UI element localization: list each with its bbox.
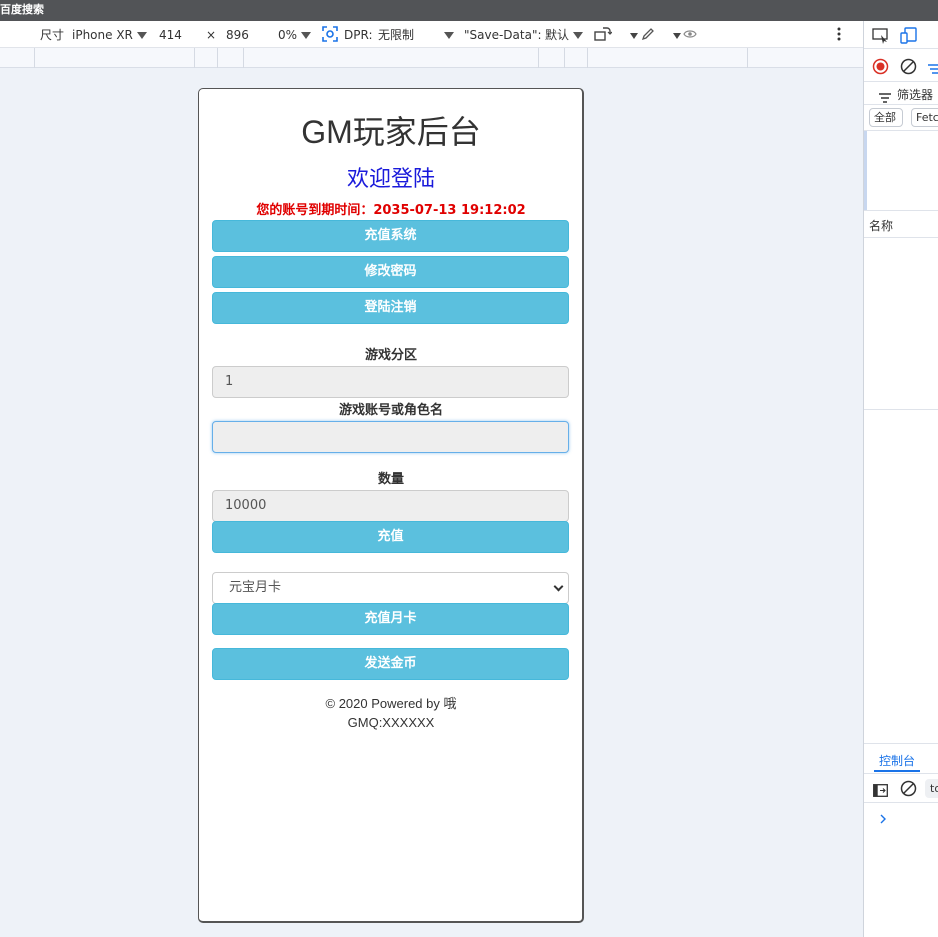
- quantity-input[interactable]: 10000: [212, 490, 569, 522]
- recharge-button[interactable]: 充值: [212, 521, 569, 553]
- footer-contact: GMQ:XXXXXX: [347, 715, 435, 730]
- zone-label: 游戏分区: [364, 348, 417, 363]
- device-name: iPhone XR: [72, 28, 133, 42]
- quantity-label: 数量: [377, 472, 404, 487]
- zoom-value: 0%: [278, 28, 298, 42]
- change-password-button[interactable]: 修改密码: [212, 256, 569, 288]
- send-gold-button[interactable]: 发送金币: [212, 648, 569, 680]
- divider: [864, 210, 938, 211]
- chevron-right-icon[interactable]: [879, 809, 887, 828]
- divider: [864, 104, 938, 105]
- clear-icon[interactable]: [900, 58, 917, 79]
- window-title: 百度搜索: [0, 3, 44, 16]
- recharge-system-button[interactable]: 充值系统: [212, 220, 569, 252]
- clear-console-icon[interactable]: [900, 780, 917, 801]
- chevron-down-icon: [630, 32, 638, 39]
- ruler-segment: [747, 48, 748, 68]
- width-input[interactable]: 414: [159, 28, 182, 42]
- divider: [864, 48, 938, 49]
- dpr-select[interactable]: 无限制: [378, 28, 414, 42]
- chevron-down-icon: [301, 32, 312, 39]
- phone-frame: GM玩家后台 欢迎登陆 您的账号到期时间：2035-07-13 19:12:02…: [198, 88, 584, 923]
- recharge-monthly-button[interactable]: 充值月卡: [212, 603, 569, 635]
- divider: [864, 773, 938, 774]
- divider: [864, 130, 938, 131]
- ruler-segment: [217, 48, 218, 68]
- filter-label[interactable]: 筛选器: [897, 86, 933, 103]
- more-dropdown[interactable]: [669, 28, 681, 42]
- account-input[interactable]: [212, 421, 569, 453]
- active-tab-indicator: [874, 770, 920, 772]
- dpr-label: DPR:: [344, 28, 373, 42]
- account-expiry-text: 您的账号到期时间：2035-07-13 19:12:02: [256, 203, 526, 218]
- logout-button[interactable]: 登陆注销: [212, 292, 569, 324]
- rotate-icon[interactable]: [594, 26, 613, 45]
- screenshot-icon[interactable]: [322, 26, 338, 45]
- chevron-down-icon: [673, 32, 681, 39]
- zoom-select[interactable]: 0%: [278, 28, 312, 42]
- window-title-bar: 百度搜索: [0, 0, 938, 21]
- context-select[interactable]: to: [925, 779, 938, 798]
- kebab-menu-icon[interactable]: [836, 26, 842, 45]
- filter-toggle-icon[interactable]: [928, 60, 938, 79]
- ruler-segment: [538, 48, 539, 68]
- zone-input[interactable]: 1: [212, 366, 569, 398]
- dimensions-label: 尺寸: [40, 28, 65, 42]
- chevron-down-icon: [553, 581, 564, 592]
- divider: [864, 81, 938, 82]
- media-query-ruler[interactable]: [0, 48, 863, 68]
- device-select[interactable]: iPhone XR: [72, 28, 147, 42]
- eye-icon[interactable]: [683, 28, 697, 43]
- page-title: GM玩家后台: [301, 114, 481, 150]
- divider: [864, 743, 938, 744]
- options-dropdown[interactable]: [626, 28, 638, 42]
- divider: [864, 409, 938, 410]
- height-input[interactable]: 896: [226, 28, 249, 42]
- ruler-segment: [587, 48, 588, 68]
- ruler-segment: [243, 48, 244, 68]
- ruler-segment: [564, 48, 565, 68]
- sidebar-toggle-icon[interactable]: [873, 782, 888, 801]
- pen-icon[interactable]: [641, 27, 655, 44]
- footer-copyright: © 2020 Powered by 哦: [325, 696, 457, 711]
- account-label: 游戏账号或角色名: [338, 403, 443, 418]
- devtools-panel: 筛选器 全部 Fetc 名称 控制台 to: [863, 21, 938, 937]
- card-type-value: 元宝月卡: [229, 580, 282, 595]
- chevron-down-icon: [444, 32, 454, 39]
- welcome-heading: 欢迎登陆: [346, 167, 435, 192]
- filter-fetch-chip[interactable]: Fetc: [911, 108, 938, 127]
- ruler-segment: [34, 48, 35, 68]
- filter-all-chip[interactable]: 全部: [869, 108, 903, 127]
- times-sign: ×: [206, 28, 217, 42]
- name-column-header[interactable]: 名称: [869, 217, 893, 234]
- chevron-down-icon: [136, 32, 147, 39]
- divider: [864, 802, 938, 803]
- dpr-dropdown[interactable]: [440, 28, 454, 42]
- card-type-select[interactable]: 元宝月卡: [212, 572, 569, 604]
- save-data-value: 默认: [545, 28, 570, 42]
- save-data-select[interactable]: 默认: [545, 28, 584, 42]
- save-data-label: "Save-Data":: [464, 28, 542, 42]
- console-tab[interactable]: 控制台: [879, 752, 915, 769]
- overview-marker: [864, 131, 867, 211]
- device-toggle-icon[interactable]: [900, 27, 918, 49]
- record-icon[interactable]: [872, 58, 889, 79]
- divider: [864, 237, 938, 238]
- ruler-segment: [194, 48, 195, 68]
- device-toolbar: 尺寸 iPhone XR 414 × 896 0% DPR: 无限制 "Save…: [0, 21, 863, 48]
- inspect-icon[interactable]: [872, 28, 890, 48]
- chevron-down-icon: [573, 32, 584, 39]
